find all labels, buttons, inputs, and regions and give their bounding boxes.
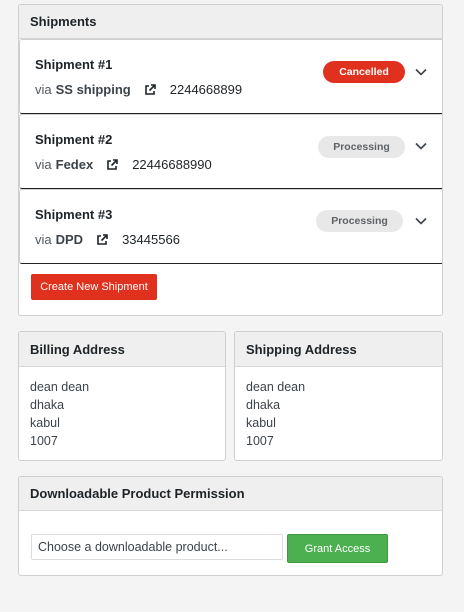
shipment-carrier-line: via SS shipping 2244668899 [35, 82, 242, 97]
shipments-panel-title: Shipments [19, 5, 442, 39]
shipment-title: Shipment #3 [35, 207, 113, 222]
address-postcode: 1007 [30, 434, 58, 448]
status-badge: Processing [318, 136, 405, 158]
address-name: dean dean [30, 380, 90, 394]
via-label: via [35, 82, 52, 97]
shipment-card-3[interactable]: Shipment #3 via DPD 33445566 Processing [19, 189, 442, 264]
chevron-down-icon[interactable] [415, 142, 427, 150]
chevron-down-icon[interactable] [415, 217, 427, 225]
grant-access-button[interactable]: Grant Access [287, 534, 388, 563]
address-name: dean dean [246, 380, 306, 394]
address-region: kabul [246, 416, 276, 430]
shipment-title: Shipment #1 [35, 57, 113, 72]
shipping-address-title: Shipping Address [235, 332, 442, 367]
external-link-icon[interactable] [96, 233, 108, 246]
chevron-down-icon[interactable] [415, 68, 427, 76]
downloadable-product-select[interactable]: Choose a downloadable product... [31, 534, 283, 560]
shipment-carrier-line: via Fedex 22446688990 [35, 157, 212, 172]
address-region: kabul [30, 416, 60, 430]
downloadable-permission-panel: Downloadable Product Permission Choose a… [18, 476, 443, 576]
shipment-card-1[interactable]: Shipment #1 via SS shipping 2244668899 C… [19, 39, 442, 114]
shipment-carrier-line: via DPD 33445566 [35, 232, 180, 247]
via-label: via [35, 157, 52, 172]
address-city: dhaka [246, 398, 281, 412]
shipping-address-lines: dean dean dhaka kabul 1007 [235, 367, 442, 450]
shipments-panel: Shipments Shipment #1 via SS shipping 22… [18, 4, 443, 316]
carrier-name: Fedex [55, 157, 94, 172]
create-new-shipment-button[interactable]: Create New Shipment [31, 274, 157, 300]
status-badge: Cancelled [323, 61, 405, 83]
external-link-icon[interactable] [106, 158, 119, 171]
carrier-name: SS shipping [55, 82, 131, 97]
tracking-number: 22446688990 [132, 157, 212, 172]
shipment-card-2[interactable]: Shipment #2 via Fedex 22446688990 Proces… [19, 114, 442, 189]
billing-address-panel: Billing Address dean dean dhaka kabul 10… [18, 331, 226, 461]
billing-address-title: Billing Address [19, 332, 225, 367]
external-link-icon[interactable] [144, 83, 156, 96]
downloadable-permission-title: Downloadable Product Permission [19, 477, 442, 511]
carrier-name: DPD [55, 232, 84, 247]
tracking-number: 33445566 [122, 232, 180, 247]
via-label: via [35, 232, 52, 247]
shipping-address-panel: Shipping Address dean dean dhaka kabul 1… [234, 331, 443, 461]
status-badge: Processing [316, 210, 403, 232]
tracking-number: 2244668899 [169, 82, 243, 97]
address-city: dhaka [30, 398, 65, 412]
shipment-title: Shipment #2 [35, 132, 113, 147]
billing-address-lines: dean dean dhaka kabul 1007 [19, 367, 225, 450]
address-postcode: 1007 [246, 434, 274, 448]
